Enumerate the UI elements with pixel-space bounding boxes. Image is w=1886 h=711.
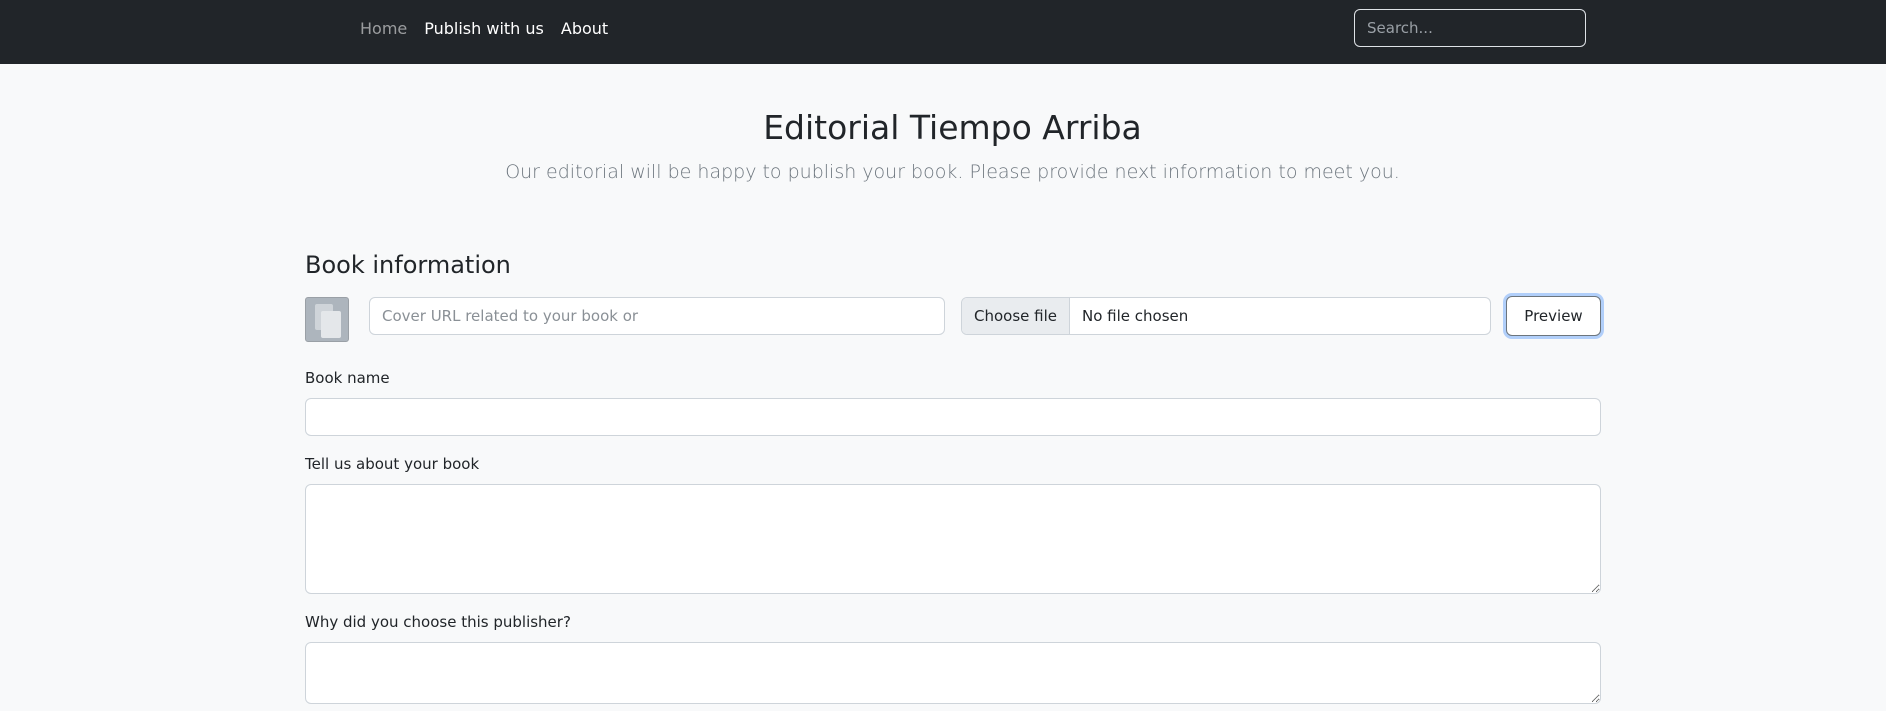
cover-file-input[interactable]: Choose file No file chosen	[961, 297, 1491, 335]
cover-url-input[interactable]	[369, 297, 945, 335]
nav-link-about[interactable]: About	[561, 19, 608, 38]
book-name-input[interactable]	[305, 398, 1601, 436]
about-book-textarea[interactable]	[305, 484, 1601, 594]
preview-button[interactable]: Preview	[1506, 296, 1601, 336]
nav-link-publish[interactable]: Publish with us	[424, 19, 544, 38]
file-status-text: No file chosen	[1082, 307, 1189, 325]
why-publisher-label: Why did you choose this publisher?	[305, 613, 571, 631]
section-title-book-information: Book information	[305, 251, 511, 279]
about-book-label: Tell us about your book	[305, 455, 480, 473]
why-publisher-textarea[interactable]	[305, 642, 1601, 704]
page-subtitle: Our editorial will be happy to publish y…	[505, 161, 1400, 183]
page-title: Editorial Tiempo Arriba	[763, 108, 1142, 147]
nav-link-home[interactable]: Home	[360, 19, 407, 38]
top-navbar: Home Publish with us About	[0, 0, 1886, 64]
choose-file-button[interactable]: Choose file	[962, 298, 1070, 334]
search-input[interactable]	[1354, 9, 1586, 47]
nav-links: Home Publish with us About	[360, 0, 608, 56]
cover-image-icon	[305, 297, 349, 342]
cover-image-front-page	[321, 311, 341, 338]
book-name-label: Book name	[305, 369, 390, 387]
